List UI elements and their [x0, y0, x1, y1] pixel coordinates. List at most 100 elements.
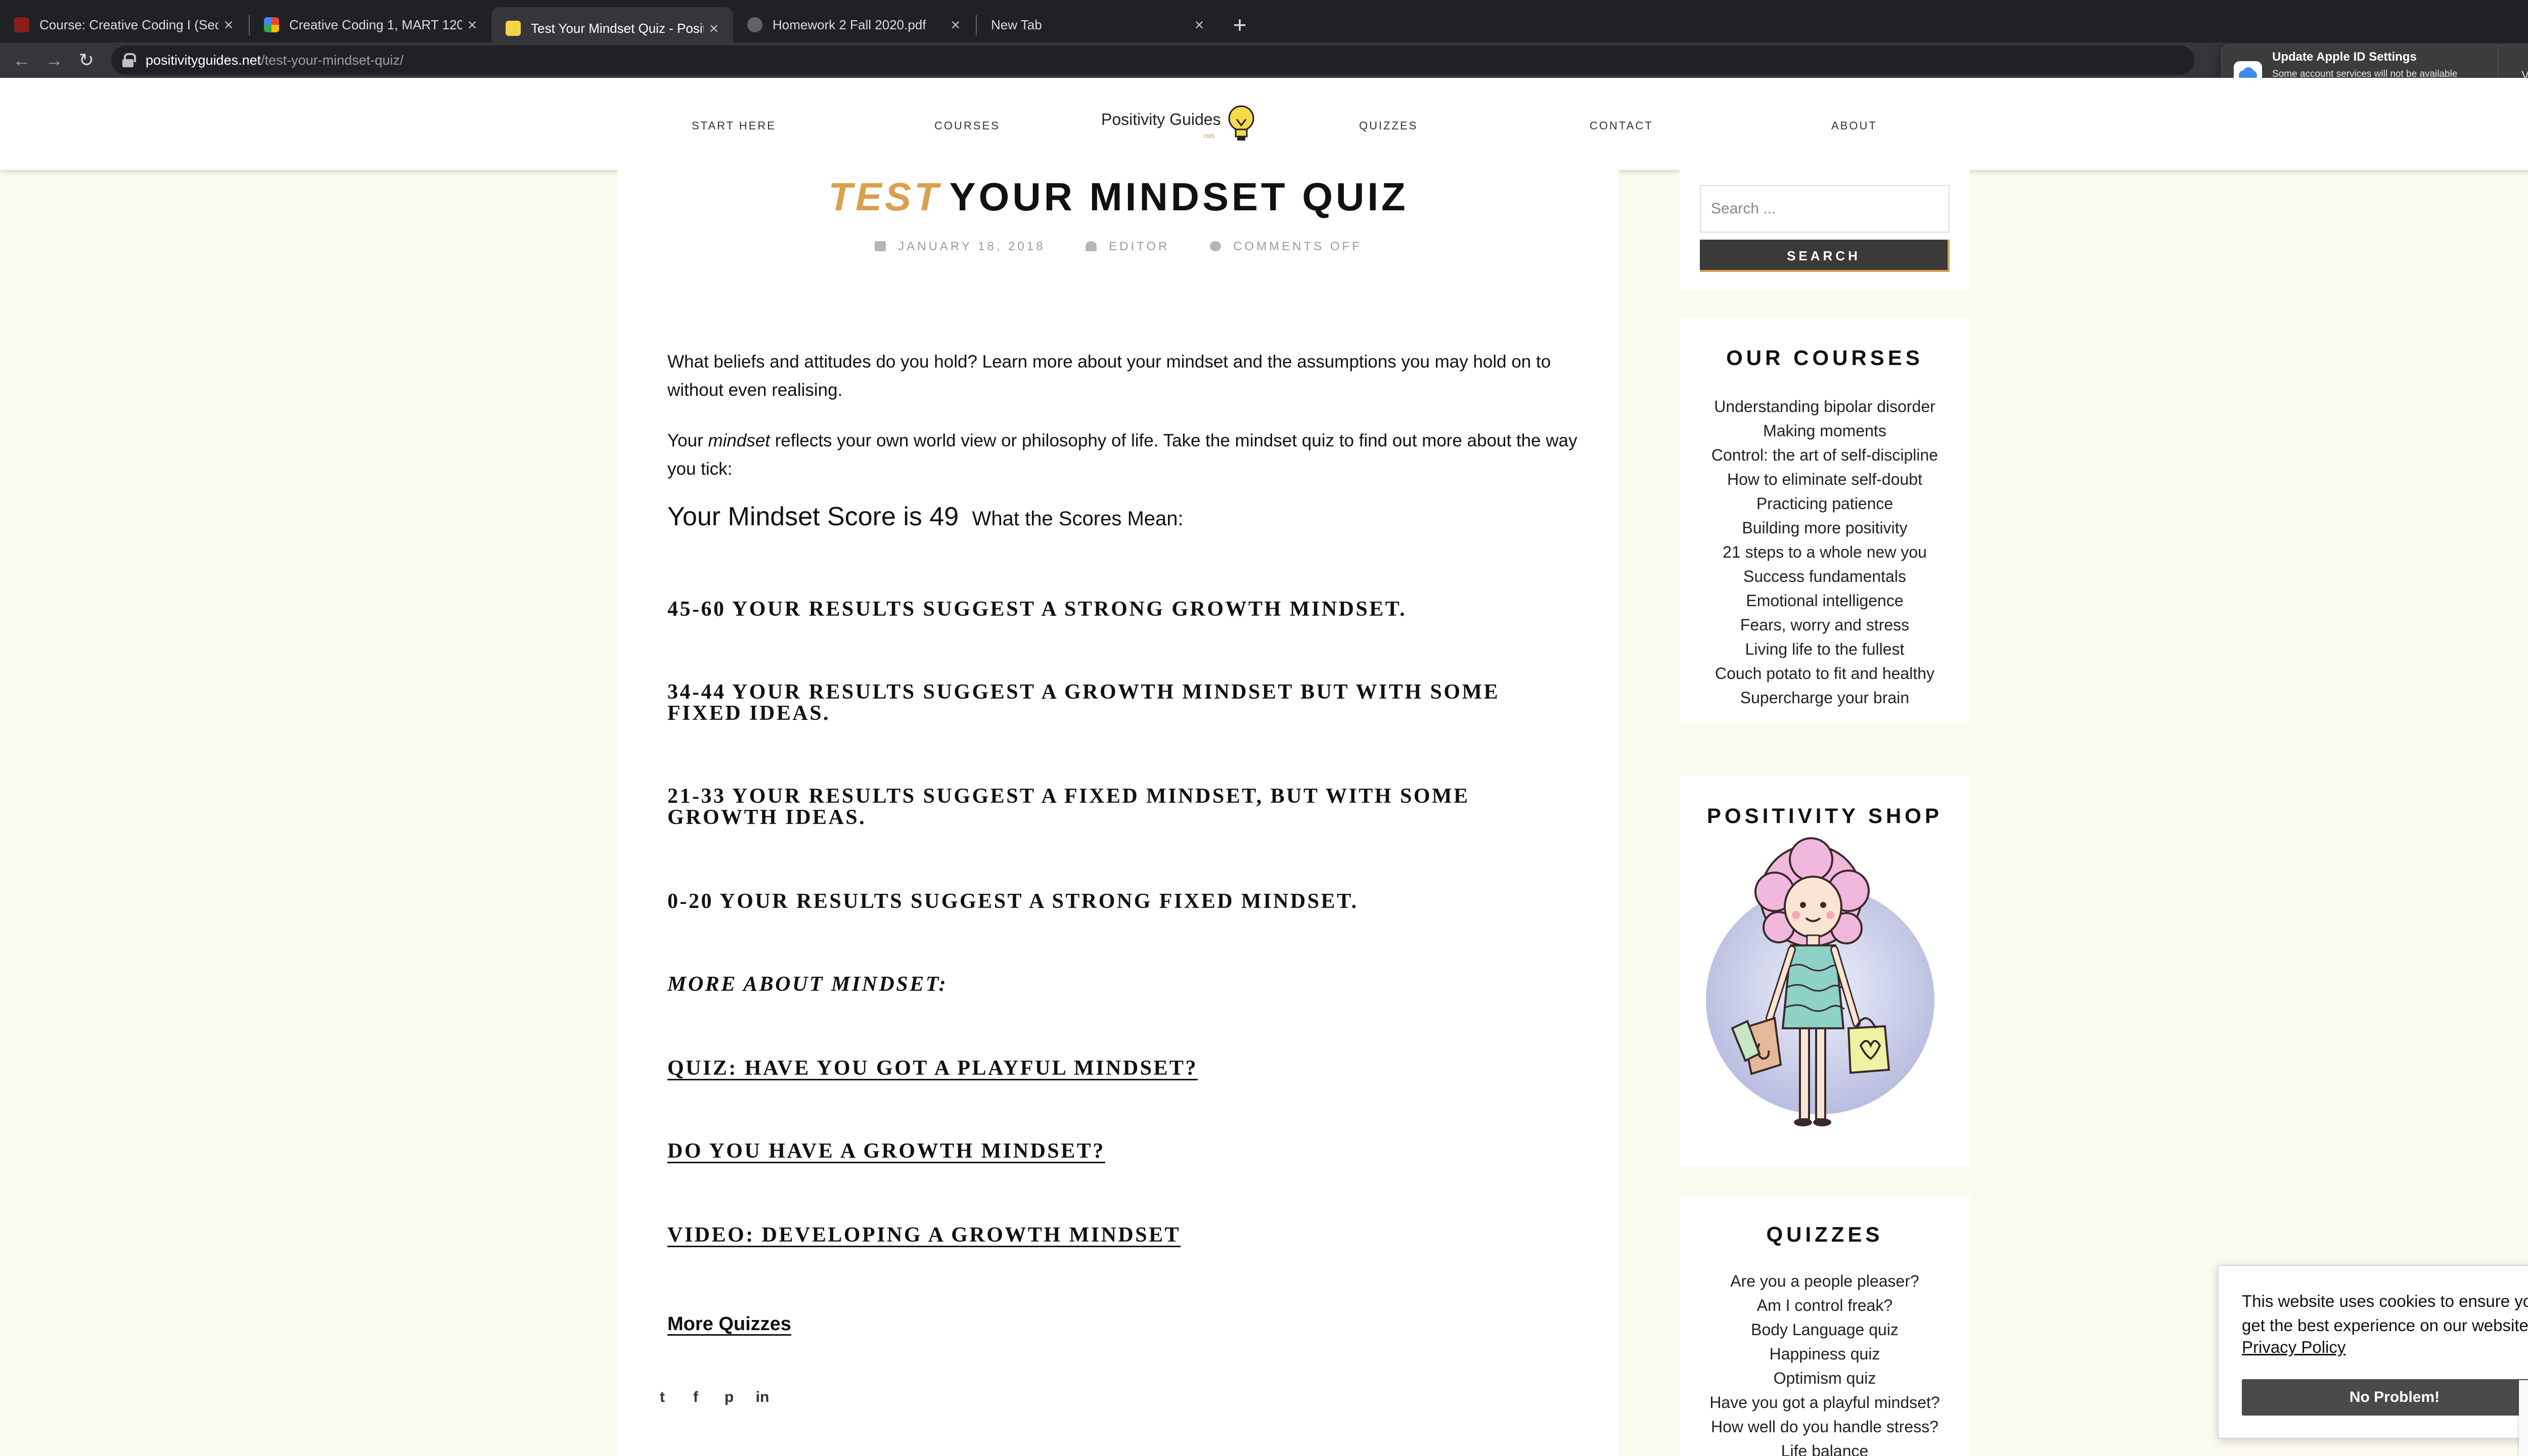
quiz-link[interactable]: Happiness quiz: [1680, 1342, 1970, 1366]
course-link[interactable]: 21 steps to a whole new you: [1680, 540, 1970, 564]
course-link[interactable]: Emotional intelligence: [1680, 588, 1970, 613]
quiz-link[interactable]: Are you a people pleaser?: [1680, 1269, 1970, 1293]
quiz-link[interactable]: Am I control freak?: [1680, 1293, 1970, 1317]
lock-icon: [122, 53, 136, 67]
nav-start-here[interactable]: START HERE: [692, 119, 776, 132]
close-icon[interactable]: ×: [945, 16, 966, 34]
tab-title: Homework 2 Fall 2020.pdf: [773, 17, 926, 32]
quiz-link[interactable]: Body Language quiz: [1680, 1317, 1970, 1342]
title-accent: TEST: [828, 174, 941, 219]
quizzes-widget: QUIZZES Are you a people pleaser? Am I c…: [1680, 1196, 1970, 1456]
nav-about[interactable]: ABOUT: [1831, 119, 1877, 132]
recaptcha-badge[interactable]: [2519, 1380, 2528, 1456]
facebook-icon[interactable]: f: [687, 1388, 705, 1406]
post-author[interactable]: EDITOR: [1109, 240, 1169, 253]
course-link[interactable]: Couch potato to fit and healthy: [1680, 661, 1970, 686]
tab-title: Test Your Mindset Quiz - Positi: [531, 20, 704, 36]
quiz-link[interactable]: Have you got a playful mindset?: [1680, 1390, 1970, 1415]
cookie-consent-popup: This website uses cookies to ensure you …: [2218, 1265, 2528, 1439]
quiz-link[interactable]: How well do you handle stress?: [1680, 1415, 1970, 1439]
scores-mean-label: What the Scores Mean:: [972, 508, 1184, 530]
course-link[interactable]: How to eliminate self-doubt: [1680, 467, 1970, 491]
close-icon[interactable]: ×: [1189, 16, 1209, 34]
recaptcha-icon: [2519, 1380, 2528, 1431]
tab-new-tab[interactable]: New Tab ×: [977, 7, 1218, 42]
user-icon: [1086, 241, 1097, 251]
linkedin-icon[interactable]: in: [753, 1388, 772, 1406]
drive-favicon-icon: [264, 17, 279, 32]
link-playful-mindset-quiz[interactable]: QUIZ: HAVE YOU GOT A PLAYFUL MINDSET?: [667, 1058, 1198, 1079]
reload-icon[interactable]: ↻: [75, 49, 98, 72]
close-icon[interactable]: ×: [218, 16, 239, 34]
close-icon[interactable]: ×: [704, 19, 724, 38]
score-label: Your Mindset Score is: [667, 502, 922, 531]
page-title: TEST YOUR MINDSET QUIZ: [618, 174, 1619, 220]
tab-title: Creative Coding 1, MART 120 |: [289, 17, 462, 32]
site-logo[interactable]: Positivity Guides .net: [1101, 103, 1258, 144]
close-icon[interactable]: ×: [462, 16, 482, 34]
address-bar[interactable]: positivityguides.net/test-your-mindset-q…: [111, 46, 2194, 75]
result-strong-fixed: 0-20 YOUR RESULTS SUGGEST A STRONG FIXED…: [667, 890, 1359, 913]
url-host: positivityguides.net: [146, 52, 261, 68]
back-arrow-icon[interactable]: ←: [10, 49, 33, 72]
score-value: 49: [929, 502, 959, 531]
intro-paragraph: What beliefs and attitudes do you hold? …: [667, 352, 1551, 400]
url-path: /test-your-mindset-quiz/: [261, 52, 404, 68]
course-link[interactable]: Practicing patience: [1680, 491, 1970, 516]
calendar-icon: [875, 241, 886, 251]
more-about-heading: MORE ABOUT MINDSET:: [667, 973, 948, 996]
course-link[interactable]: Understanding bipolar disorder: [1680, 394, 1970, 419]
new-tab-plus-icon[interactable]: +: [1228, 11, 1252, 38]
result-growth-fixed: 34-44 YOUR RESULTS SUGGEST A GROWTH MIND…: [667, 680, 1500, 725]
course-link[interactable]: Supercharge your brain: [1680, 686, 1970, 710]
tab-creative-coding-mart[interactable]: Creative Coding 1, MART 120 | ×: [250, 7, 491, 42]
text-span: Your: [667, 431, 708, 450]
tab-creative-coding-course[interactable]: Course: Creative Coding I (Sec ×: [0, 7, 248, 42]
shop-widget: POSITIVITY SHOP: [1680, 776, 1970, 1166]
courses-widget: OUR COURSES Understanding bipolar disord…: [1680, 318, 1970, 723]
link-growth-mindset[interactable]: DO YOU HAVE A GROWTH MINDSET?: [667, 1141, 1105, 1162]
course-link[interactable]: Making moments: [1680, 419, 1970, 443]
pinterest-icon[interactable]: p: [720, 1388, 738, 1406]
shop-illustration[interactable]: [1699, 836, 1952, 1140]
comment-icon: [1210, 241, 1222, 251]
main-article: TEST YOUR MINDSET QUIZ JANUARY 18, 2018 E…: [618, 170, 1619, 1456]
title-rest: YOUR MINDSET QUIZ: [949, 174, 1409, 219]
lightbulb-icon: [1228, 105, 1254, 141]
nav-contact[interactable]: CONTACT: [1590, 119, 1653, 132]
privacy-policy-link[interactable]: Privacy Policy: [2242, 1338, 2345, 1357]
shop-title: POSITIVITY SHOP: [1707, 804, 1943, 828]
mindset-paragraph: Your mindset reflects your own world vie…: [667, 427, 1577, 483]
site-header: START HERE COURSES Positivity Guides .ne…: [0, 78, 2528, 170]
search-button[interactable]: SEARCH: [1700, 240, 1950, 272]
course-link[interactable]: Control: the art of self-discipline: [1680, 443, 1970, 467]
result-strong-growth: 45-60 YOUR RESULTS SUGGEST A STRONG GROW…: [667, 598, 1407, 621]
post-meta: JANUARY 18, 2018 EDITOR COMMENTS OFF: [618, 240, 1619, 254]
globe-favicon-icon: [747, 17, 762, 32]
quiz-link[interactable]: Optimism quiz: [1680, 1366, 1970, 1390]
course-link[interactable]: Building more positivity: [1680, 516, 1970, 540]
nav-courses[interactable]: COURSES: [934, 119, 1000, 132]
course-link[interactable]: Success fundamentals: [1680, 564, 1970, 588]
quizzes-list: Are you a people pleaser? Am I control f…: [1680, 1269, 1970, 1456]
bulb-favicon-icon: [506, 21, 521, 36]
link-video-growth-mindset[interactable]: VIDEO: DEVELOPING A GROWTH MINDSET: [667, 1224, 1181, 1246]
courses-title: OUR COURSES: [1726, 346, 1923, 370]
tab-title: Course: Creative Coding I (Sec: [39, 17, 218, 32]
search-input[interactable]: Search ...: [1700, 185, 1950, 233]
meta-author[interactable]: EDITOR: [1086, 240, 1169, 253]
tab-homework-pdf[interactable]: Homework 2 Fall 2020.pdf ×: [733, 7, 975, 42]
notification-title: Update Apple ID Settings: [2272, 50, 2417, 64]
search-widget: Search ... SEARCH: [1680, 170, 1970, 289]
more-quizzes-link[interactable]: More Quizzes: [667, 1313, 791, 1335]
course-link[interactable]: Living life to the fullest: [1680, 637, 1970, 661]
quiz-link[interactable]: Life balance: [1680, 1439, 1970, 1456]
quizzes-title: QUIZZES: [1766, 1222, 1883, 1246]
nav-quizzes[interactable]: QUIZZES: [1359, 119, 1418, 132]
text-span: reflects your own world view or philosop…: [667, 431, 1577, 479]
cookie-accept-button[interactable]: No Problem!: [2242, 1379, 2528, 1416]
forward-arrow-icon[interactable]: →: [42, 49, 66, 72]
course-link[interactable]: Fears, worry and stress: [1680, 613, 1970, 637]
post-comments: COMMENTS OFF: [1233, 240, 1362, 253]
twitter-icon[interactable]: t: [653, 1388, 671, 1406]
